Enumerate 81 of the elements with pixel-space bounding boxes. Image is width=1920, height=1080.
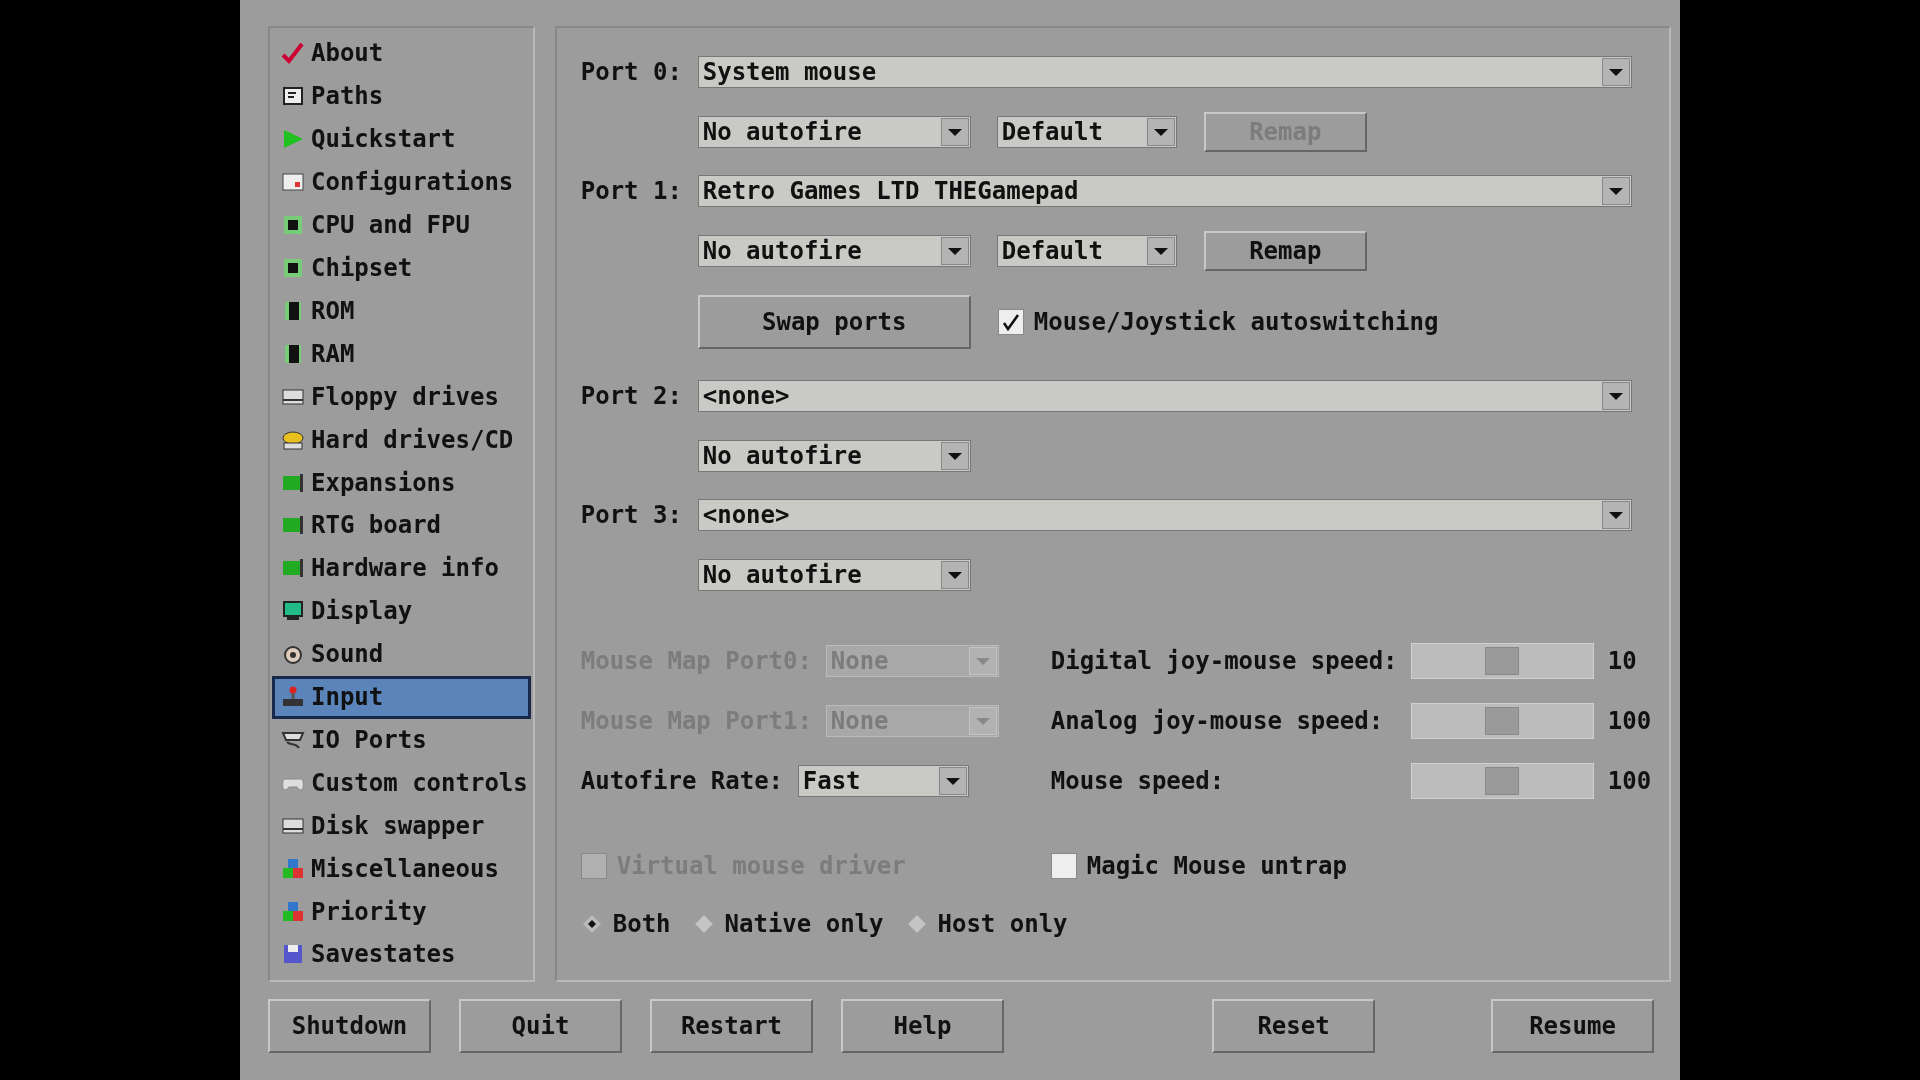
dropdown[interactable]: Retro Games LTD THEGamepad [697,175,1632,207]
remap-button[interactable]: Remap [1203,231,1367,271]
dropdown[interactable]: Default [996,116,1177,148]
checkbox[interactable] [1050,853,1077,879]
action-button[interactable]: Help [841,999,1004,1053]
checkbox-label: Magic Mouse untrap [1086,852,1348,880]
dropdown[interactable]: No autofire [697,559,971,591]
option-label: Autofire Rate: [580,767,785,795]
radio-label: Both [612,910,671,938]
swap-ports-button[interactable]: Swap ports [697,295,971,349]
sidebar-item[interactable]: Chipset [272,246,531,290]
sidebar-item[interactable]: Display [272,589,531,633]
dropdown[interactable]: Fast [797,765,969,797]
sidebar-item[interactable]: RAM [272,332,531,376]
radio-button[interactable] [692,913,715,935]
slider-label: Digital joy-mouse speed: [1050,647,1399,675]
dropdown-button[interactable] [940,118,969,146]
slider[interactable] [1410,643,1594,679]
blocks-icon [281,899,305,924]
radio-button[interactable] [905,913,928,935]
radio-label: Host only [937,910,1068,938]
sidebar-item[interactable]: IO Ports [272,718,531,762]
blocks-icon [281,856,305,881]
dropdown[interactable]: <none> [697,499,1632,531]
radio-button[interactable] [580,913,603,935]
dropdown[interactable]: No autofire [697,235,971,267]
dropdown-button[interactable] [1601,501,1630,529]
sidebar-item[interactable]: Hard drives/CD [272,418,531,462]
sidebar-item[interactable]: CPU and FPU [272,203,531,247]
sidebar-item[interactable]: RTG board [272,503,531,547]
port-label: Port 0: [580,58,683,86]
checkmark-icon [281,41,305,66]
slider-value: 10 [1607,647,1637,675]
sidebar-item[interactable]: Paths [272,74,531,118]
dropdown-button[interactable] [1601,382,1630,410]
dropdown-button[interactable] [940,237,969,265]
dropdown-button[interactable] [1146,118,1175,146]
sidebar-item[interactable]: Priority [272,890,531,934]
checkbox-label: Mouse/Joystick autoswitching [1033,308,1440,336]
port-label: Port 3: [580,501,683,529]
dropdown-button[interactable] [940,561,969,589]
slider[interactable] [1410,763,1594,799]
slider-value: 100 [1607,707,1652,735]
dropdown-button[interactable] [1146,237,1175,265]
sidebar-item[interactable]: About [272,32,531,75]
port-label: Port 2: [580,382,683,410]
dropdown[interactable]: System mouse [697,56,1632,88]
sidebar-item[interactable]: Hardware info [272,546,531,590]
action-button[interactable]: Reset [1212,999,1375,1053]
action-button[interactable]: Shutdown [268,999,431,1053]
sidebar-item[interactable]: Disk swapper [272,804,531,848]
slider-label: Analog joy-mouse speed: [1050,707,1385,735]
sidebar-item[interactable]: Quickstart [272,117,531,161]
sidebar-item[interactable]: ROM [272,289,531,333]
action-button[interactable]: Resume [1491,999,1654,1053]
slider-thumb[interactable] [1485,767,1520,795]
sidebar-item[interactable]: Configurations [272,160,531,204]
sidebar-item[interactable]: Floppy drives [272,375,531,419]
sidebar-item[interactable]: Expansions [272,461,531,504]
dropdown[interactable]: Default [996,235,1177,267]
slider-label: Mouse speed: [1050,767,1226,795]
dropdown[interactable]: No autofire [697,116,971,148]
sidebar-item[interactable]: Miscellaneous [272,847,531,891]
slider-value: 100 [1607,767,1652,795]
sidebar-item[interactable]: Savestates [272,933,531,976]
action-button[interactable]: Quit [459,999,622,1053]
dropdown-button[interactable] [938,767,967,795]
port-label: Port 1: [580,177,683,205]
radio-label: Native only [724,910,884,938]
action-button[interactable]: Restart [650,999,813,1053]
sidebar-item[interactable]: Custom controls [272,761,531,805]
dropdown[interactable]: No autofire [697,440,971,472]
sidebar-item[interactable]: Input [272,675,531,719]
dropdown-button[interactable] [1601,177,1630,205]
dropdown-button[interactable] [1601,58,1630,86]
checkbox[interactable] [997,309,1024,335]
sidebar-item[interactable]: Sound [272,632,531,676]
slider[interactable] [1410,703,1594,739]
dropdown-button[interactable] [940,442,969,470]
dropdown[interactable]: <none> [697,380,1632,412]
chip-icon [281,256,305,280]
